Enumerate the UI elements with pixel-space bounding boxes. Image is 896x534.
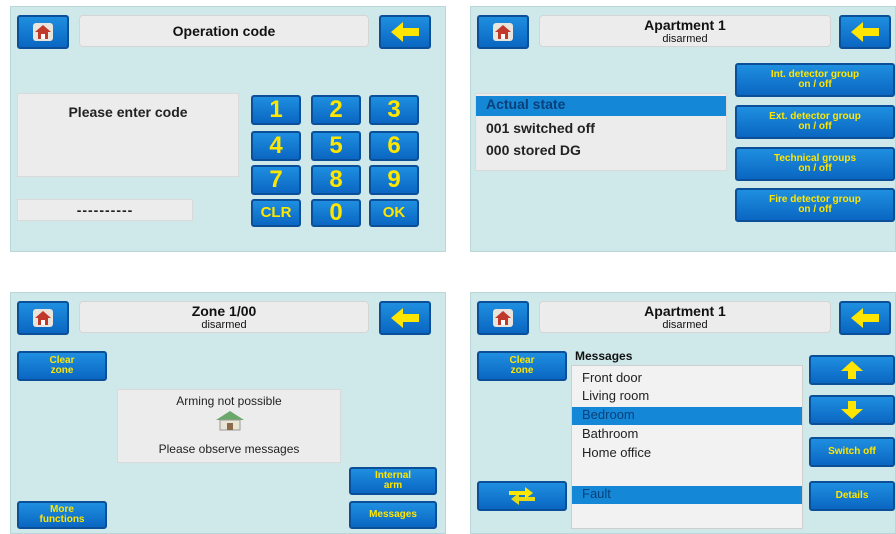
swap-icon	[509, 487, 535, 505]
code-mask: ----------	[76, 202, 134, 218]
list-item[interactable]: Fault	[572, 486, 802, 504]
home-icon	[23, 19, 63, 45]
home-button[interactable]	[477, 15, 529, 49]
observe-messages-text: Please observe messages	[158, 442, 300, 456]
messages-button[interactable]: Messages	[349, 501, 437, 529]
page-title: Apartment 1	[644, 17, 726, 33]
home-button[interactable]	[17, 15, 69, 49]
back-button[interactable]	[379, 15, 431, 49]
code-prompt: Please enter code	[68, 104, 188, 120]
int-detector-group-button[interactable]: Int. detector group on / off	[735, 63, 895, 97]
ext-detector-group-button[interactable]: Ext. detector group on / off	[735, 105, 895, 139]
list-item[interactable]: 001 switched off	[476, 120, 726, 140]
home-icon	[483, 305, 523, 331]
button-label: Details	[835, 489, 869, 501]
button-label: Messages	[369, 508, 417, 520]
list-item[interactable]: Home office	[572, 445, 802, 463]
messages-label: Messages	[575, 349, 633, 363]
back-arrow-icon	[845, 19, 885, 45]
details-button[interactable]: Details	[809, 481, 895, 511]
home-button[interactable]	[477, 301, 529, 335]
page-title: Zone 1/00	[191, 303, 257, 319]
clear-zone-button[interactable]: Clear zone	[477, 351, 567, 381]
key-6[interactable]: 6	[369, 131, 419, 161]
list-item[interactable]: 000 stored DG	[476, 142, 726, 162]
operation-code-panel: Operation code Please enter code -------…	[10, 6, 446, 252]
key-ok[interactable]: OK	[369, 199, 419, 227]
fire-detector-group-button[interactable]: Fire detector group on / off	[735, 188, 895, 222]
key-3[interactable]: 3	[369, 95, 419, 125]
code-display: ----------	[17, 199, 193, 221]
list-item[interactable]: Front door	[572, 370, 802, 388]
clear-zone-button[interactable]: Clear zone	[17, 351, 107, 381]
home-icon	[23, 305, 63, 331]
key-clear[interactable]: CLR	[251, 199, 301, 227]
page-subtitle: disarmed	[662, 319, 708, 331]
page-title-bar: Apartment 1 disarmed	[539, 301, 831, 333]
messages-panel: Apartment 1 disarmed Clear zone Messages…	[470, 292, 896, 534]
button-label: on / off	[798, 121, 832, 132]
back-button[interactable]	[839, 15, 891, 49]
more-functions-button[interactable]: More functions	[17, 501, 107, 529]
page-subtitle: disarmed	[662, 33, 708, 45]
zone-panel: Zone 1/00 disarmed Clear zone Arming not…	[10, 292, 446, 534]
arrow-down-icon	[841, 401, 863, 419]
page-title: Apartment 1	[644, 303, 726, 319]
arrow-up-icon	[841, 361, 863, 379]
home-button[interactable]	[17, 301, 69, 335]
arming-message-box: Arming not possible Please observe messa…	[117, 389, 341, 463]
page-title: Operation code	[172, 23, 276, 39]
arming-status-text: Arming not possible	[176, 394, 282, 408]
page-title-bar: Operation code	[79, 15, 369, 47]
list-item[interactable]: Living room	[572, 388, 802, 406]
key-1[interactable]: 1	[251, 95, 301, 125]
button-label: on / off	[798, 79, 832, 90]
swap-button[interactable]	[477, 481, 567, 511]
key-5[interactable]: 5	[311, 131, 361, 161]
back-arrow-icon	[385, 19, 425, 45]
switch-off-button[interactable]: Switch off	[809, 437, 895, 467]
page-subtitle: disarmed	[201, 319, 247, 331]
messages-list: Front door Living room Bedroom Bathroom …	[571, 365, 803, 529]
scroll-up-button[interactable]	[809, 355, 895, 385]
button-label: zone	[510, 365, 534, 376]
home-icon	[483, 19, 523, 45]
apartment-state-panel: Apartment 1 disarmed Actual state 001 sw…	[470, 6, 896, 252]
button-label: zone	[50, 365, 74, 376]
scroll-down-button[interactable]	[809, 395, 895, 425]
button-label: on / off	[798, 163, 832, 174]
page-title-bar: Zone 1/00 disarmed	[79, 301, 369, 333]
code-prompt-box: Please enter code	[17, 93, 239, 177]
internal-arm-button[interactable]: Internal arm	[349, 467, 437, 495]
key-9[interactable]: 9	[369, 165, 419, 195]
key-0[interactable]: 0	[311, 199, 361, 227]
page-title-bar: Apartment 1 disarmed	[539, 15, 831, 47]
list-item[interactable]: Actual state	[476, 96, 726, 116]
key-7[interactable]: 7	[251, 165, 301, 195]
button-label: on / off	[798, 204, 832, 215]
button-label: Switch off	[828, 445, 876, 457]
back-arrow-icon	[845, 305, 885, 331]
button-label: arm	[383, 480, 403, 491]
button-label: functions	[39, 514, 85, 525]
back-arrow-icon	[385, 305, 425, 331]
key-4[interactable]: 4	[251, 131, 301, 161]
list-item[interactable]: Bedroom	[572, 407, 802, 425]
house-warning-icon	[216, 411, 244, 431]
back-button[interactable]	[379, 301, 431, 335]
key-2[interactable]: 2	[311, 95, 361, 125]
list-item[interactable]: Bathroom	[572, 426, 802, 444]
state-list: Actual state 001 switched off 000 stored…	[475, 93, 727, 171]
technical-groups-button[interactable]: Technical groups on / off	[735, 147, 895, 181]
back-button[interactable]	[839, 301, 891, 335]
key-8[interactable]: 8	[311, 165, 361, 195]
